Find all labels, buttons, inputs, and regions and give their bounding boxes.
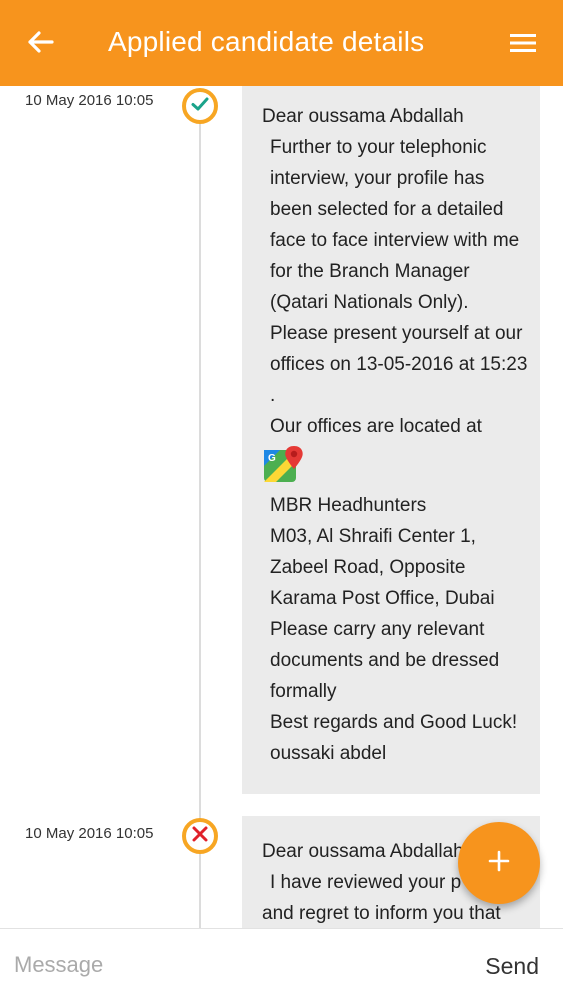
message-input[interactable] [12,947,436,983]
message-signoff: Best regards and Good Luck! [270,712,518,733]
message-paragraph: Please carry any relevant documents and … [270,619,500,702]
message-paragraph: Further to your telephonic interview, yo… [270,137,520,313]
google-maps-icon: G [262,446,306,491]
hamburger-menu-icon [507,34,541,62]
message-greeting: Dear oussama Abdallah [262,106,464,127]
menu-button[interactable] [507,28,541,58]
timeline-line [199,112,201,928]
message-card: Dear oussama Abdallah Further to your te… [242,86,540,794]
company-name: MBR Headhunters [270,495,427,516]
back-button[interactable] [22,26,58,62]
arrow-left-icon [25,27,55,62]
check-icon [190,94,210,119]
page-title: Applied candidate details [108,26,425,57]
entry-timestamp: 10 May 2016 10:05 [25,92,154,109]
google-maps-link[interactable]: G [262,442,528,490]
add-fab-button[interactable] [458,822,540,904]
message-composer: Send [0,928,563,1001]
app-header: Applied candidate details [0,0,563,86]
message-paragraph: Our offices are located at [270,416,482,437]
cross-icon [191,825,209,848]
send-button[interactable]: Send [485,953,539,980]
status-accepted [182,88,218,124]
message-signature: oussaki abdel [270,743,387,764]
company-address: M03, Al Shraifi Center 1, Zabeel Road, O… [270,526,495,609]
entry-timestamp: 10 May 2016 10:05 [25,825,154,842]
message-paragraph: Please present yourself at our offices o… [270,323,528,406]
svg-text:G: G [268,453,276,464]
plus-icon [487,849,511,878]
status-rejected [182,818,218,854]
